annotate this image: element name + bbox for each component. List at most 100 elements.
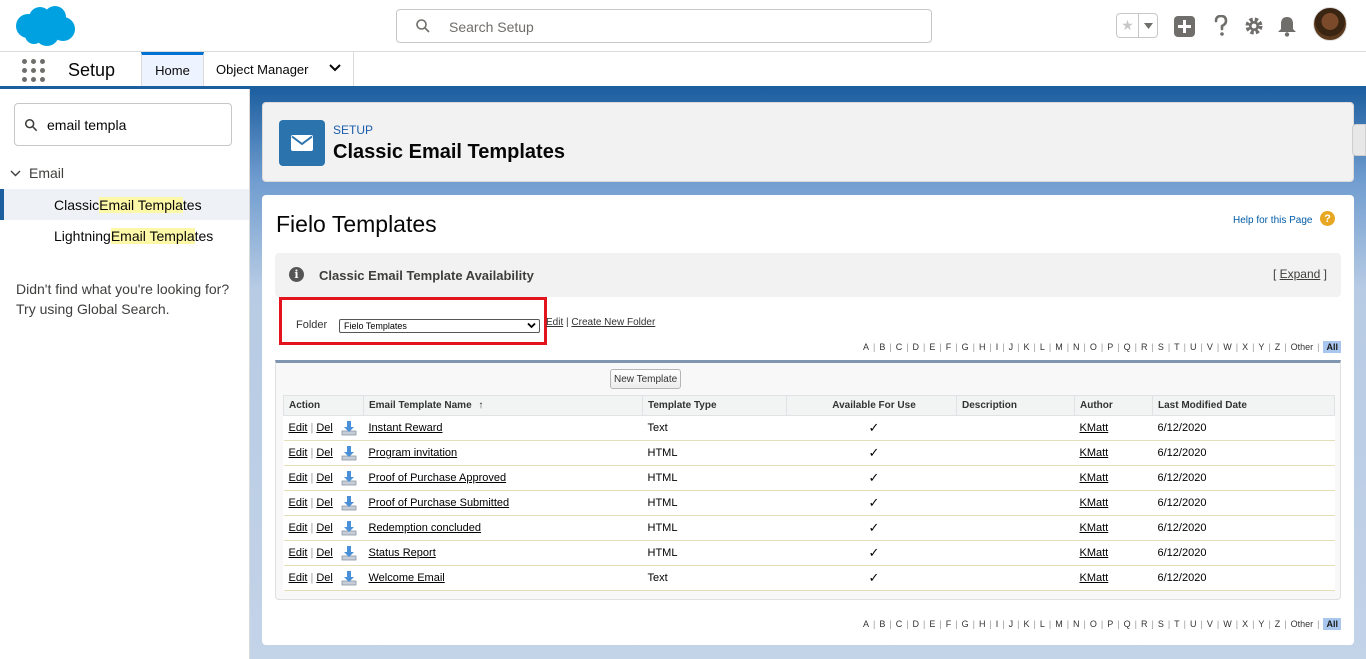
help-for-this-page-link[interactable]: Help for this Page [1233,215,1313,226]
author-link[interactable]: KMatt [1080,497,1109,509]
info-icon: i [289,267,304,282]
collapse-handle[interactable] [1352,124,1366,156]
alphabet-filter-o[interactable]: O [1090,619,1097,629]
tab-object-manager[interactable]: Object Manager [204,52,354,86]
available-cell: ✓ [786,490,957,516]
download-icon[interactable] [341,470,357,486]
tab-object-manager-label: Object Manager [216,61,309,77]
favorite-star-icon[interactable]: ★ [1117,14,1138,37]
download-icon[interactable] [341,495,357,511]
chevron-down-icon[interactable] [10,170,21,177]
salesforce-logo-icon[interactable] [14,5,76,47]
alphabet-filter-o[interactable]: O [1090,342,1097,352]
alphabet-filter-q[interactable]: Q [1124,619,1131,629]
help-question-icon[interactable] [1210,15,1232,37]
author-link[interactable]: KMatt [1080,422,1109,434]
global-actions-add-icon[interactable] [1173,15,1195,37]
delete-template-link[interactable]: Del [316,472,333,484]
author-link[interactable]: KMatt [1080,472,1109,484]
setup-sidebar: email templa Email Classic Email Templa t… [0,89,250,659]
alphabet-filter-w[interactable]: W [1223,342,1232,352]
delete-template-link[interactable]: Del [316,422,333,434]
download-icon[interactable] [341,520,357,536]
favorites-dropdown-icon[interactable] [1138,14,1157,37]
template-name-link[interactable]: Program invitation [369,447,458,459]
notifications-bell-icon[interactable] [1276,15,1298,37]
edit-template-link[interactable]: Edit [289,547,308,559]
author-link[interactable]: KMatt [1080,572,1109,584]
edit-template-link[interactable]: Edit [289,447,308,459]
download-icon[interactable] [341,420,357,436]
new-template-button[interactable]: New Template [610,369,682,389]
author-link[interactable]: KMatt [1080,522,1109,534]
alphabet-separator: | [955,619,958,629]
delete-template-link[interactable]: Del [316,572,333,584]
alphabet-separator: | [1216,619,1220,629]
edit-template-link[interactable]: Edit [289,472,308,484]
delete-template-link[interactable]: Del [316,522,333,534]
help-question-icon[interactable]: ? [1320,211,1335,226]
alphabet-filter-q[interactable]: Q [1124,342,1131,352]
column-header-description[interactable]: Description [956,395,1075,416]
template-name-link[interactable]: Status Report [369,547,436,559]
alphabet-filter-all[interactable]: All [1323,341,1341,353]
global-search-input[interactable]: Search Setup [396,9,932,43]
create-new-folder-link[interactable]: Create New Folder [571,317,655,328]
alphabet-filter-m[interactable]: M [1055,619,1063,629]
author-link[interactable]: KMatt [1080,447,1109,459]
edit-template-link[interactable]: Edit [289,497,308,509]
download-icon[interactable] [341,445,357,461]
user-avatar[interactable] [1313,7,1347,41]
alphabet-separator: | [989,619,992,629]
folder-select[interactable]: Fielo Templates [339,319,540,333]
setup-gear-icon[interactable] [1243,15,1265,37]
author-link[interactable]: KMatt [1080,547,1109,559]
alphabet-separator: | [1100,342,1104,352]
alphabet-separator: | [872,619,876,629]
column-header-available[interactable]: Available For Use [786,395,957,416]
chevron-down-icon[interactable] [329,64,341,72]
delete-template-link[interactable]: Del [316,547,333,559]
expand-link[interactable]: Expand [1280,267,1321,281]
app-launcher-icon[interactable] [22,59,46,83]
alphabet-separator: | [1033,342,1036,352]
delete-template-link[interactable]: Del [316,497,333,509]
alphabet-filter-all[interactable]: All [1323,618,1341,630]
template-name-link[interactable]: Proof of Purchase Submitted [369,497,510,509]
template-name-link[interactable]: Instant Reward [369,422,443,434]
alphabet-filter-g[interactable]: G [962,342,969,352]
download-icon[interactable] [341,545,357,561]
column-header-author[interactable]: Author [1074,395,1153,416]
tree-node-email[interactable]: Email [10,165,64,181]
tab-home[interactable]: Home [141,52,204,86]
alphabet-filter-other[interactable]: Other [1291,619,1314,629]
column-header-modified[interactable]: Last Modified Date [1152,395,1335,416]
expand-toggle: [ Expand ] [1273,267,1327,281]
edit-template-link[interactable]: Edit [289,422,308,434]
alphabet-filter-m[interactable]: M [1055,342,1063,352]
edit-folder-link[interactable]: Edit [546,317,563,328]
alphabet-separator: | [1066,342,1070,352]
edit-template-link[interactable]: Edit [289,572,308,584]
setup-page-header: SETUP Classic Email Templates [262,102,1354,182]
folder-label: Folder [296,319,328,331]
template-type-cell: HTML [642,440,787,466]
delete-template-link[interactable]: Del [316,447,333,459]
template-name-link[interactable]: Welcome Email [369,572,445,584]
download-icon[interactable] [341,570,357,586]
quick-find-input[interactable]: email templa [14,103,232,146]
alphabet-filter-w[interactable]: W [1223,619,1232,629]
sidebar-item-classic-email-templates[interactable]: Classic Email Templa tes [0,189,249,220]
sidebar-item-lightning-email-templates[interactable]: Lightning Email Templa tes [0,220,249,251]
column-header-name[interactable]: Email Template Name ↑ [363,395,643,416]
template-name-link[interactable]: Proof of Purchase Approved [369,472,507,484]
template-name-cell: Proof of Purchase Approved [363,465,643,491]
column-header-type[interactable]: Template Type [642,395,787,416]
alphabet-filter-g[interactable]: G [962,619,969,629]
edit-template-link[interactable]: Edit [289,522,308,534]
global-search-hint[interactable]: Try using Global Search. [16,299,241,319]
template-name-link[interactable]: Redemption concluded [369,522,482,534]
alphabet-filter-other[interactable]: Other [1291,342,1314,352]
search-icon [416,19,430,33]
alphabet-separator: | [906,342,909,352]
